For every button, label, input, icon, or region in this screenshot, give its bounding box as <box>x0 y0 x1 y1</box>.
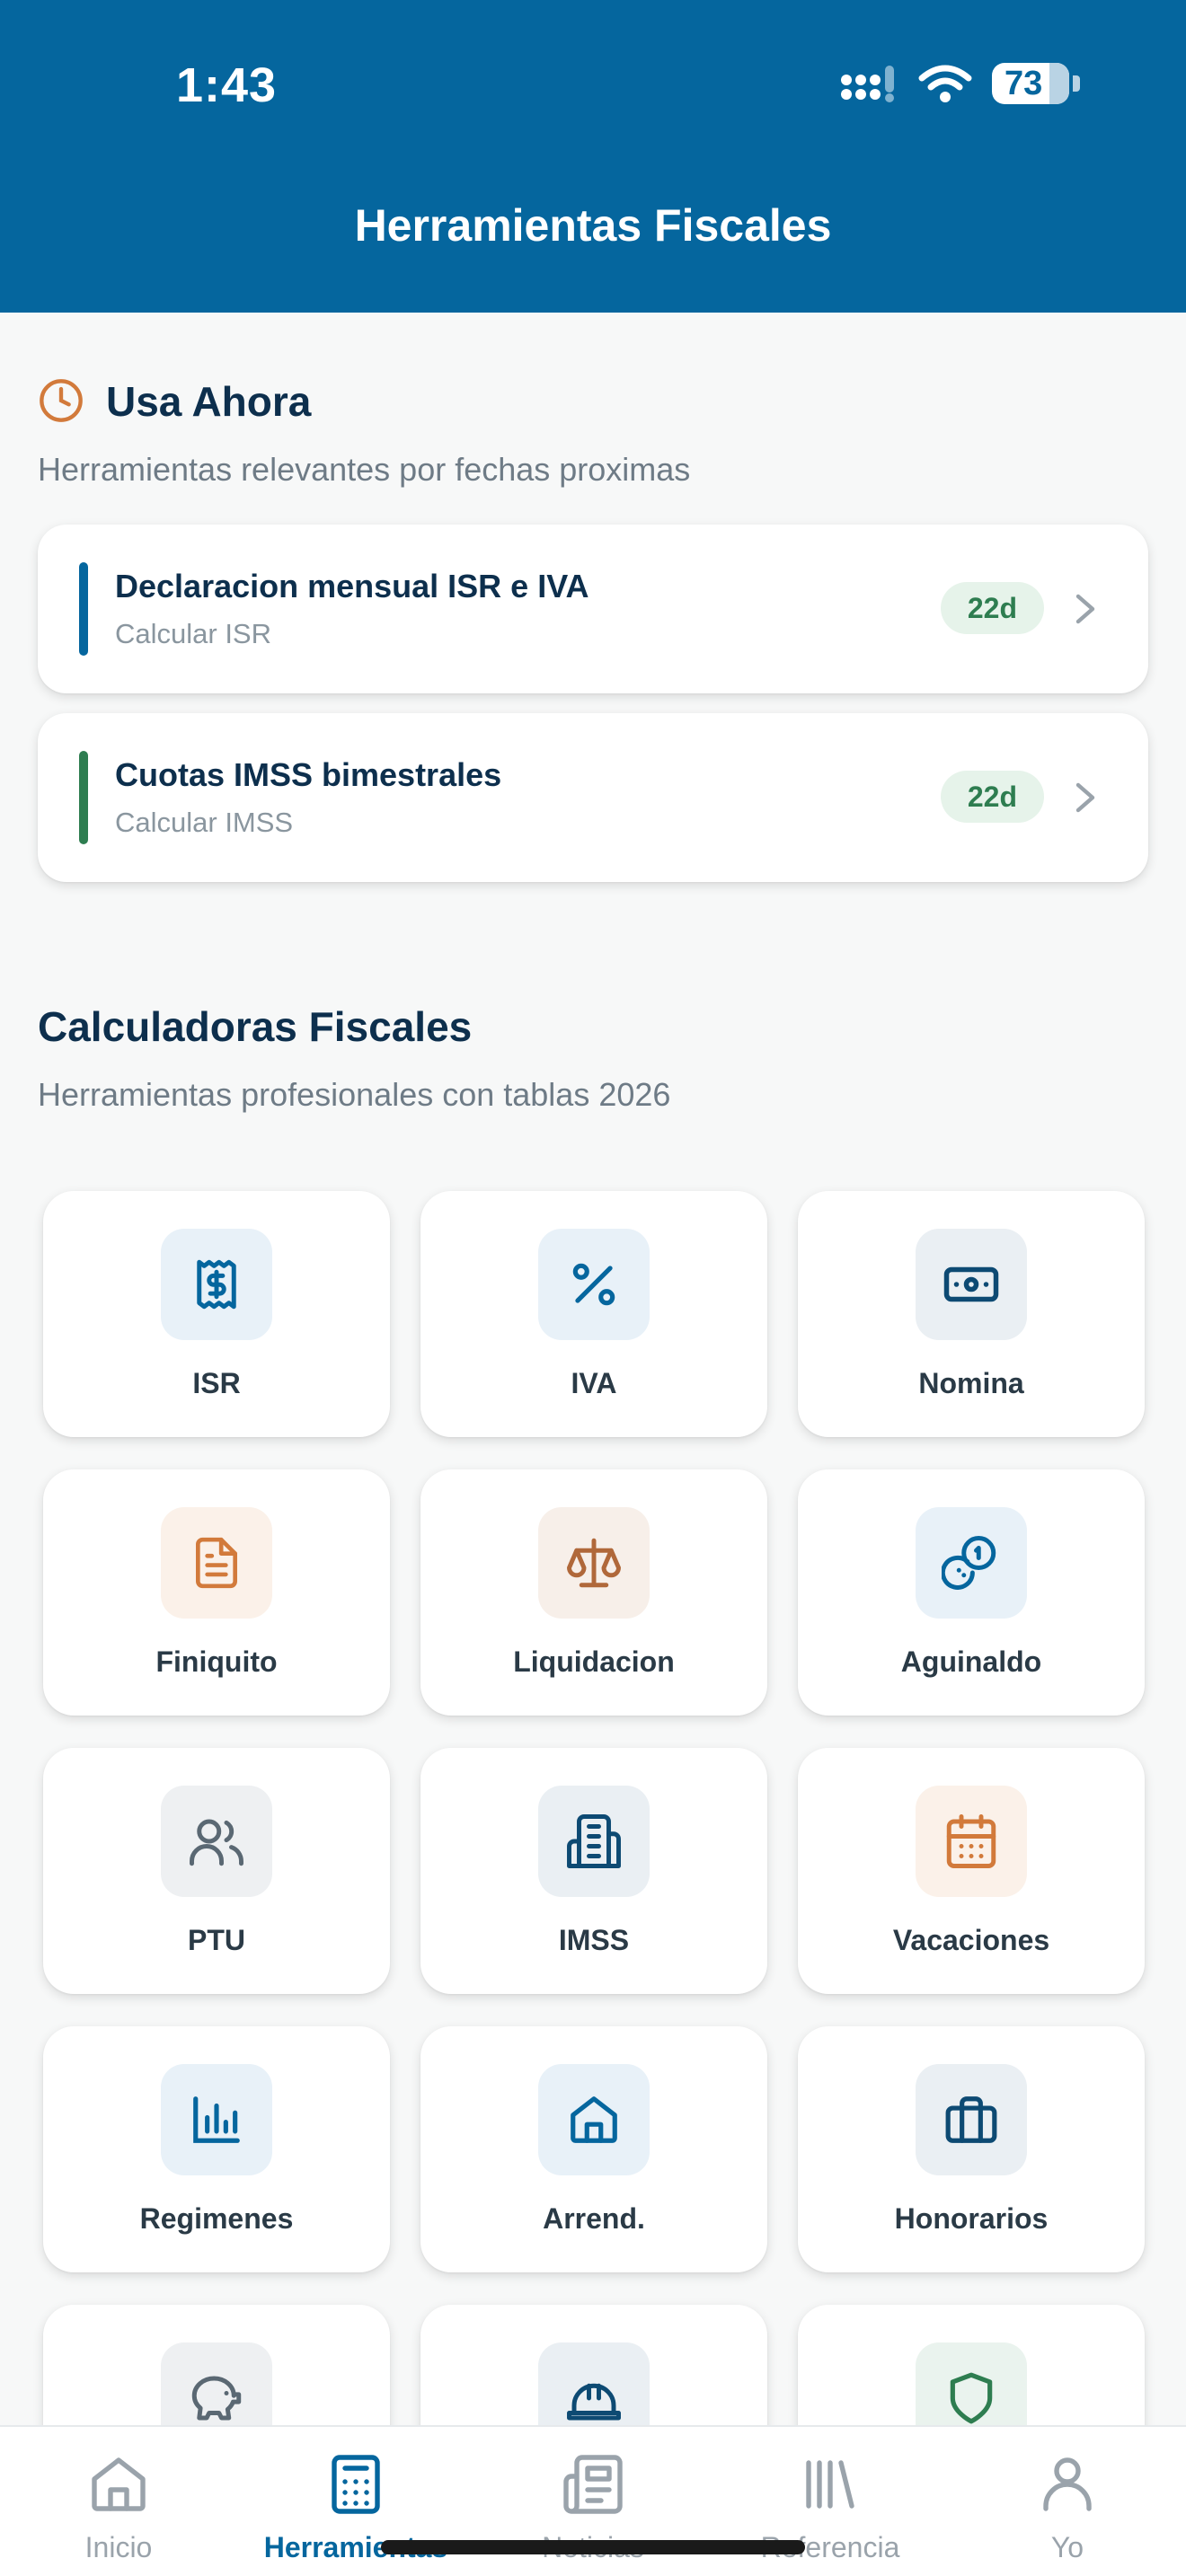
wifi-icon <box>918 65 972 102</box>
calculadoras-subtitle: Herramientas profesionales con tablas 20… <box>38 1076 671 1113</box>
battery-cap <box>1073 75 1080 92</box>
alert-card-imss[interactable]: Cuotas IMSS bimestrales Calcular IMSS 22… <box>38 713 1148 882</box>
tile-aguinaldo[interactable]: Aguinaldo <box>798 1469 1145 1716</box>
alert-subtitle: Calcular IMSS <box>115 807 294 838</box>
alert-card-isr-iva[interactable]: Declaracion mensual ISR e IVA Calcular I… <box>38 525 1148 693</box>
tile-imss[interactable]: IMSS <box>420 1748 767 1994</box>
tile-label: Honorarios <box>894 2202 1049 2235</box>
status-icons: 73 <box>839 63 1080 104</box>
tile-label: IMSS <box>558 1924 630 1956</box>
tab-inicio[interactable]: Inicio <box>0 2427 237 2576</box>
percent-icon <box>538 1229 650 1340</box>
tile-isr[interactable]: ISR <box>43 1191 390 1437</box>
clock-icon <box>40 379 83 422</box>
chevron-right-icon <box>1075 594 1095 624</box>
home-icon <box>538 2064 650 2175</box>
tile-iva[interactable]: IVA <box>420 1191 767 1437</box>
newspaper-icon <box>563 2455 623 2514</box>
app-header: 1:43 73 Herramientas Fiscales <box>0 0 1186 313</box>
document-icon <box>161 1507 272 1619</box>
battery-icon: 73 <box>992 63 1069 104</box>
alert-subtitle: Calcular ISR <box>115 618 271 649</box>
tile-finiquito[interactable]: Finiquito <box>43 1469 390 1716</box>
tab-yo[interactable]: Yo <box>949 2427 1186 2576</box>
tile-vacaciones[interactable]: Vacaciones <box>798 1748 1145 1994</box>
alert-title: Cuotas IMSS bimestrales <box>115 756 502 793</box>
alert-accent-bar <box>79 751 88 844</box>
tile-regimenes[interactable]: Regimenes <box>43 2026 390 2272</box>
home-icon <box>92 2457 146 2511</box>
tile-label: Arrend. <box>543 2202 645 2235</box>
page-title: Herramientas Fiscales <box>354 200 832 251</box>
tile-ptu[interactable]: PTU <box>43 1748 390 1994</box>
signal-icon <box>841 66 894 102</box>
alert-accent-bar <box>79 562 88 656</box>
tile-label: IVA <box>571 1367 617 1399</box>
calculadoras-title: Calculadoras Fiscales <box>38 1003 473 1050</box>
coins-icon <box>916 1507 1027 1619</box>
briefcase-icon <box>916 2064 1027 2175</box>
days-badge: 22d <box>940 771 1044 823</box>
user-icon <box>1043 2457 1092 2511</box>
battery-level: 73 <box>1005 64 1043 102</box>
building-icon <box>538 1786 650 1897</box>
calculator-icon <box>332 2455 380 2514</box>
status-time: 1:43 <box>176 58 278 112</box>
tile-label: Vacaciones <box>892 1924 1050 1956</box>
tab-label: Inicio <box>84 2531 153 2563</box>
alert-title: Declaracion mensual ISR e IVA <box>115 568 589 604</box>
tile-label: PTU <box>188 1924 245 1956</box>
tile-nomina[interactable]: Nomina <box>798 1191 1145 1437</box>
tab-label: Yo <box>1050 2531 1084 2563</box>
bar-chart-icon <box>161 2064 272 2175</box>
tile-label: Liquidacion <box>513 1645 675 1678</box>
tile-label: Aguinaldo <box>900 1645 1042 1678</box>
tile-honorarios[interactable]: Honorarios <box>798 2026 1145 2272</box>
tile-liquidacion[interactable]: Liquidacion <box>420 1469 767 1716</box>
tile-arrend[interactable]: Arrend. <box>420 2026 767 2272</box>
calendar-icon <box>916 1786 1027 1897</box>
tile-label: Regimenes <box>139 2202 294 2235</box>
receipt-dollar-icon <box>161 1229 272 1340</box>
banknote-icon <box>916 1229 1027 1340</box>
home-indicator[interactable] <box>381 2540 805 2554</box>
usa-ahora-title: Usa Ahora <box>106 378 312 425</box>
library-icon <box>806 2460 854 2509</box>
tile-label: Nomina <box>918 1367 1024 1399</box>
users-icon <box>161 1786 272 1897</box>
chevron-right-icon <box>1075 782 1095 813</box>
usa-ahora-subtitle: Herramientas relevantes por fechas proxi… <box>38 451 691 488</box>
days-badge: 22d <box>940 582 1044 634</box>
scale-icon <box>538 1507 650 1619</box>
tile-label: Finiquito <box>155 1645 278 1678</box>
tile-label: ISR <box>192 1367 241 1399</box>
